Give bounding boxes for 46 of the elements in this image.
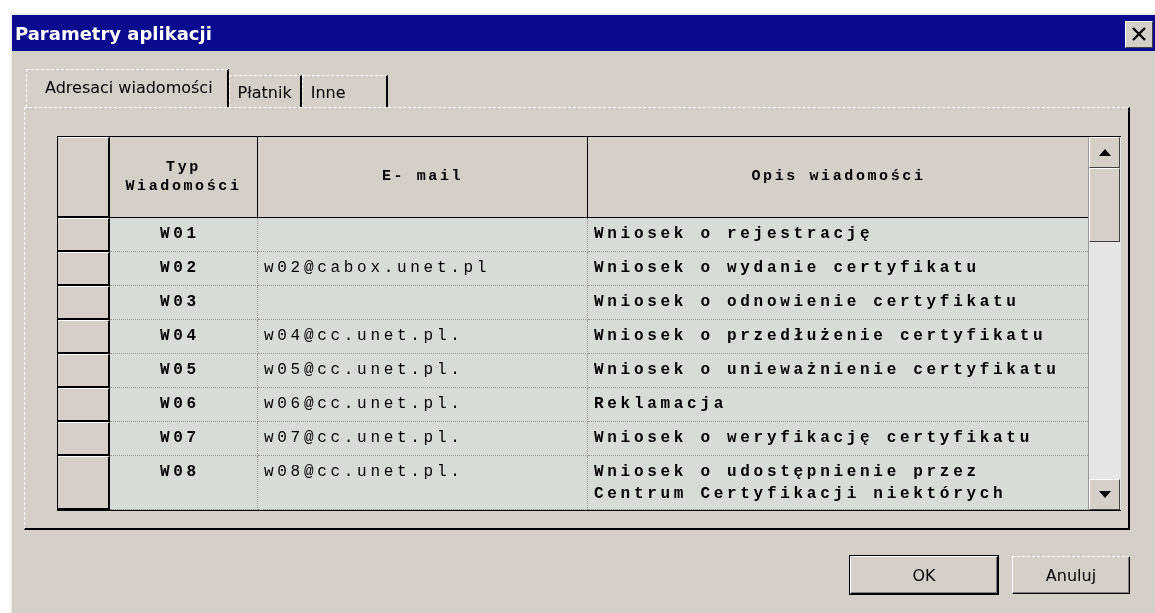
table-cell: W06 bbox=[110, 388, 258, 422]
table-cell: Wniosek o unieważnienie certyfikatu bbox=[588, 354, 1089, 388]
scroll-thumb[interactable] bbox=[1089, 168, 1121, 242]
table-cell: Wniosek o przedłużenie certyfikatu bbox=[588, 320, 1089, 354]
row-selector[interactable] bbox=[58, 456, 110, 510]
scroll-up-button[interactable] bbox=[1089, 137, 1121, 168]
window-title: Parametry aplikacji bbox=[15, 22, 212, 44]
table-cell: Wniosek o udostępnienie przez Centrum Certyfikacji niektórych bbox=[588, 456, 1089, 510]
table-cell: W03 bbox=[110, 286, 258, 320]
scroll-down-button[interactable] bbox=[1089, 479, 1121, 510]
table-cell: W01 bbox=[110, 218, 258, 252]
row-selector[interactable] bbox=[58, 388, 110, 422]
table-cell: W07 bbox=[110, 422, 258, 456]
tab[interactable]: Adresaci wiadomości bbox=[26, 69, 229, 107]
table-cell: w06@cc.unet.pl. bbox=[258, 388, 588, 422]
table-cell: Reklamacja bbox=[588, 388, 1089, 422]
row-selector[interactable] bbox=[58, 218, 110, 252]
table-cell: W05 bbox=[110, 354, 258, 388]
table-cell: W08 bbox=[110, 456, 258, 510]
close-icon bbox=[1131, 27, 1147, 41]
cancel-button[interactable]: Anuluj bbox=[1012, 556, 1130, 594]
scrollbar[interactable] bbox=[1088, 137, 1121, 510]
table-cell: w07@cc.unet.pl. bbox=[258, 422, 588, 456]
close-button[interactable] bbox=[1125, 20, 1153, 48]
table-cell: w05@cc.unet.pl. bbox=[258, 354, 588, 388]
row-selector[interactable] bbox=[58, 354, 110, 388]
table-cell: Wniosek o wydanie certyfikatu bbox=[588, 252, 1089, 286]
table-cell: Wniosek o odnowienie certyfikatu bbox=[588, 286, 1089, 320]
row-selector[interactable] bbox=[58, 252, 110, 286]
tab[interactable]: Płatnik bbox=[228, 75, 302, 107]
table-cell: Wniosek o rejestrację bbox=[588, 218, 1089, 252]
row-selector[interactable] bbox=[58, 286, 110, 320]
tab[interactable]: Inne bbox=[301, 75, 388, 107]
table-cell: w08@cc.unet.pl. bbox=[258, 456, 588, 510]
row-selector[interactable] bbox=[58, 422, 110, 456]
row-selector[interactable] bbox=[58, 320, 110, 354]
table-cell: W04 bbox=[110, 320, 258, 354]
table-cell: w02@cabox.unet.pl bbox=[258, 252, 588, 286]
column-header[interactable]: E- mail bbox=[258, 137, 588, 218]
table-cell: W02 bbox=[110, 252, 258, 286]
down-arrow-icon bbox=[1098, 491, 1111, 498]
up-arrow-icon bbox=[1098, 149, 1111, 156]
table-cell: Wniosek o weryfikację certyfikatu bbox=[588, 422, 1089, 456]
column-header[interactable]: Typ Wiadomości bbox=[110, 137, 258, 218]
ok-button[interactable]: OK bbox=[850, 556, 998, 594]
table-cell: w04@cc.unet.pl. bbox=[258, 320, 588, 354]
